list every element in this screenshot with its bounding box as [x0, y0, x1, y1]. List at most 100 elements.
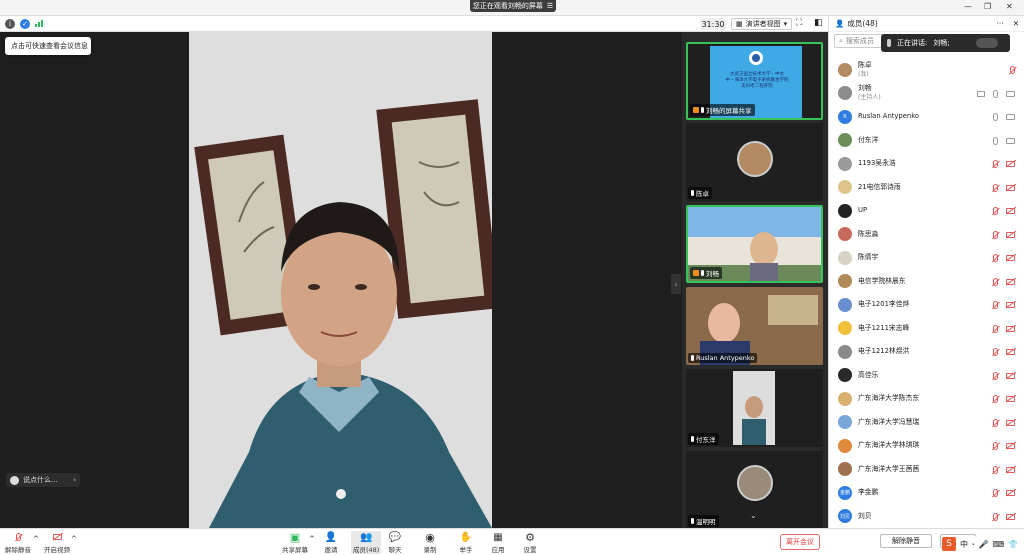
member-row[interactable]: 电子1201李佳烨: [829, 293, 1024, 317]
gallery-tile-active-speaker[interactable]: 刘畅: [686, 205, 823, 283]
member-row[interactable]: 高佳乐: [829, 364, 1024, 388]
member-info: UP: [858, 206, 867, 215]
record-button[interactable]: ◉ 录制: [423, 531, 437, 555]
avatar: [737, 465, 773, 501]
speaker-video[interactable]: [189, 32, 492, 528]
chevron-left-icon[interactable]: ‹: [73, 476, 76, 484]
member-row[interactable]: 21电信郭诗雨: [829, 176, 1024, 200]
apps-label: 应用: [491, 546, 505, 554]
apps-button[interactable]: ▦ 应用: [491, 531, 505, 555]
unmute-button[interactable]: 解除静音: [5, 531, 31, 554]
tile-name-tag: 付东洋: [688, 433, 719, 445]
leave-meeting-button[interactable]: 离开会议: [780, 534, 820, 550]
more-icon[interactable]: ···: [997, 19, 1004, 28]
gallery-tile[interactable]: 付东洋: [686, 369, 823, 447]
member-row[interactable]: 刘畅 (主持人): [829, 82, 1024, 106]
layout-icon[interactable]: ◧: [814, 18, 823, 28]
record-label: 录制: [423, 546, 437, 554]
info-icon[interactable]: i: [5, 19, 15, 29]
chat-input[interactable]: 说点什么... ‹: [6, 473, 80, 487]
member-row[interactable]: 陈思淼: [829, 223, 1024, 247]
share-screen-button[interactable]: ▣ 共享屏幕: [282, 531, 308, 555]
camera-off-icon: [1006, 231, 1015, 238]
close-icon[interactable]: ✕: [1006, 2, 1013, 11]
member-row[interactable]: UP: [829, 199, 1024, 223]
start-video-button[interactable]: 开启视频: [44, 531, 70, 554]
unmute-all-button[interactable]: 解除静音: [880, 534, 932, 548]
minimize-icon[interactable]: —: [964, 2, 972, 11]
mic-muted-icon: [993, 183, 998, 192]
member-info: 电子1212林煜洪: [858, 347, 909, 356]
member-status-icons: [993, 512, 1015, 521]
member-row[interactable]: 1193吴永浩: [829, 152, 1024, 176]
member-status-icons: [993, 301, 1015, 309]
signal-icon[interactable]: [35, 20, 43, 27]
member-row[interactable]: R Ruslan Antypenko: [829, 105, 1024, 129]
camera-off-icon: [1006, 255, 1015, 261]
panel-close-icon[interactable]: ✕: [1013, 19, 1019, 28]
member-info: Ruslan Antypenko: [858, 112, 919, 121]
gallery-tile[interactable]: Ruslan Antypenko: [686, 287, 823, 365]
mic-muted-icon: [993, 230, 998, 239]
mic-muted-icon: [993, 442, 998, 450]
chevron-down-icon[interactable]: ⌄: [750, 511, 757, 520]
participants-panel: 👤 成员(48) ··· ✕ ⌕ 搜索成员 正在讲话: 刘畅; 陈卓 (我) 刘畅(…: [828, 16, 1024, 528]
fullscreen-icon[interactable]: ⛶: [796, 18, 802, 28]
avatar: [838, 297, 852, 312]
mic-muted-icon: [993, 207, 998, 215]
member-info: 刘畅 (主持人): [858, 84, 881, 102]
ime-keyboard-icon: ⌨: [992, 539, 1004, 549]
viewing-banner[interactable]: 您正在观看刘畅的屏幕 ☰: [470, 0, 556, 12]
emoji-icon[interactable]: [10, 475, 19, 485]
raise-hand-label: 举手: [459, 546, 473, 554]
host-badge-icon: [693, 107, 699, 113]
member-info: 刘贝: [858, 512, 872, 521]
settings-button[interactable]: ⚙ 设置: [523, 531, 537, 555]
chevron-up-icon[interactable]: ^: [309, 535, 315, 543]
member-row[interactable]: 广东海洋大学林琪琪: [829, 434, 1024, 458]
member-row[interactable]: 刘贝 刘贝: [829, 505, 1024, 529]
restore-icon[interactable]: ❐: [984, 2, 991, 11]
ime-toolbar[interactable]: S 中 ꞏ 🎤 ⌨ 👕: [942, 536, 1024, 552]
member-row[interactable]: 广东海洋大学王茜茜: [829, 458, 1024, 482]
chevron-up-icon[interactable]: ^: [33, 535, 39, 543]
chat-button[interactable]: 💬 聊天: [388, 531, 402, 555]
mic-muted-icon: [993, 301, 998, 309]
settings-label: 设置: [523, 546, 537, 554]
mic-muted-icon: [993, 418, 998, 427]
gallery-tile-screen-share[interactable]: 大武王国立技术大学・中文 中・海洋大学电子系统联合学院 夫妇考二程开院 刘畅的屏…: [686, 42, 823, 120]
avatar: [838, 391, 852, 406]
member-row[interactable]: 陈倩宇: [829, 246, 1024, 270]
member-row[interactable]: 广东海洋大学陈杰东: [829, 387, 1024, 411]
avatar: [838, 62, 852, 77]
gallery-tile[interactable]: 温明明 ⌄: [686, 451, 823, 529]
collapse-gallery-button[interactable]: ›: [671, 274, 681, 294]
mic-icon: [993, 89, 998, 98]
member-status-icons: [993, 348, 1015, 356]
member-status-icons: [993, 418, 1015, 427]
share-label: 共享屏幕: [282, 546, 308, 554]
member-status-icons: [993, 207, 1015, 215]
view-mode-button[interactable]: ▦ 演讲者视图 ▾: [731, 18, 793, 30]
tile-name-tag: 刘畅: [690, 267, 722, 279]
member-row[interactable]: 电子1212林煜洪: [829, 340, 1024, 364]
member-row[interactable]: 金鹏 李金鹏: [829, 481, 1024, 505]
members-button[interactable]: 👥 成员(48): [351, 531, 382, 554]
avatar: R: [838, 109, 852, 124]
member-name: 电子1212林煜洪: [858, 347, 910, 356]
screen-share-icon: [977, 90, 985, 97]
view-options-icon[interactable]: ☰: [547, 2, 553, 10]
shield-icon[interactable]: ✓: [20, 19, 30, 29]
raise-hand-button[interactable]: ✋ 举手: [459, 531, 473, 555]
chevron-up-icon[interactable]: ^: [71, 535, 77, 543]
member-row[interactable]: 付东洋: [829, 129, 1024, 153]
member-row[interactable]: 电子1211宋志峰: [829, 317, 1024, 341]
panel-title: 成员(48): [847, 19, 878, 28]
member-row[interactable]: 广东海洋大学冯慧瑞: [829, 411, 1024, 435]
mic-muted-icon: [993, 254, 998, 262]
member-row[interactable]: 陈卓 (我): [829, 58, 1024, 82]
invite-button[interactable]: 👤 邀请: [324, 531, 338, 555]
avatar: [737, 141, 773, 177]
gallery-tile[interactable]: 陈卓: [686, 123, 823, 201]
member-row[interactable]: 电信学院林晨东: [829, 270, 1024, 294]
